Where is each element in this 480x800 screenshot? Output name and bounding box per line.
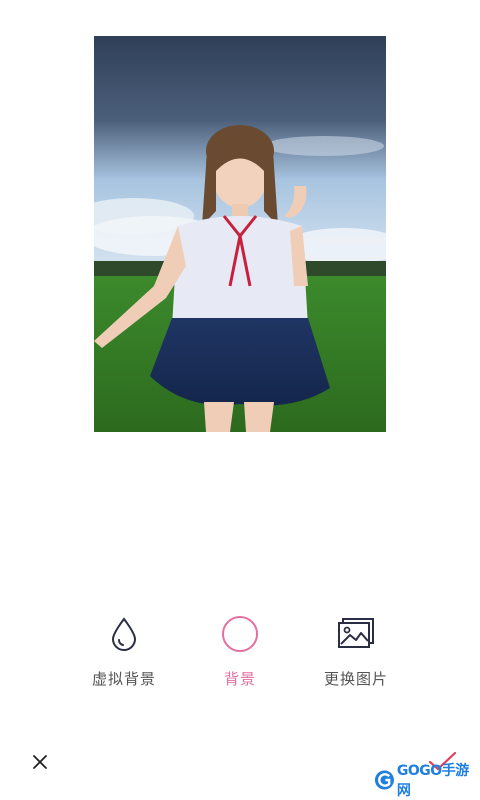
virtual-background-label: 虚拟背景 <box>91 670 156 688</box>
photo-preview <box>94 36 386 432</box>
photo-image <box>94 36 386 432</box>
watermark-logo-icon <box>374 770 394 790</box>
image-gallery-icon <box>334 612 378 656</box>
change-image-button[interactable]: 更换图片 <box>296 612 416 702</box>
droplet-icon <box>102 612 146 656</box>
change-image-label: 更换图片 <box>323 670 388 688</box>
background-toolbar: 虚拟背景 背景 更换图片 <box>0 612 480 702</box>
watermark: GOGO手游网 <box>374 763 478 799</box>
close-icon <box>33 755 47 769</box>
close-button[interactable] <box>26 748 54 776</box>
watermark-text: GOGO手游网 <box>396 763 469 799</box>
virtual-background-button[interactable]: 虚拟背景 <box>64 612 184 702</box>
circle-icon <box>218 612 262 656</box>
background-button[interactable]: 背景 <box>180 612 300 702</box>
background-label: 背景 <box>223 670 256 688</box>
